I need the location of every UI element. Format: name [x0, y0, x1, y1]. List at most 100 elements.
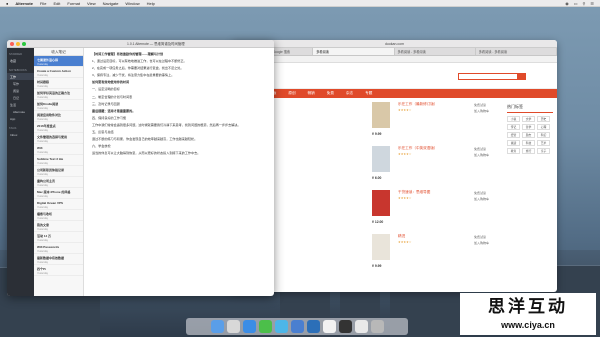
preview-icon[interactable] [322, 320, 336, 333]
list-item[interactable]: 文件管理的选择与使用 Yesterday [34, 133, 83, 144]
nav-magazine[interactable]: 杂志 [346, 89, 353, 98]
launchpad-icon[interactable] [226, 320, 240, 333]
list-item[interactable]: Mac 版本 iPhone 的风格 Yesterday [34, 188, 83, 199]
site-search-input[interactable] [458, 73, 518, 80]
tag-chip[interactable]: 传记 [507, 124, 520, 130]
list-item[interactable]: 如何学好英语的正确方法 Yesterday [34, 89, 83, 100]
list-item[interactable]: Sublime Text 3 Ide Yesterday [34, 155, 83, 166]
note-paragraph[interactable]: 3、保持专注，减少干扰，将注意力集中在最重要的事情上。 [92, 73, 266, 78]
book-cover[interactable] [372, 146, 390, 172]
tag-chip[interactable]: 小说 [507, 116, 520, 122]
tag-chip[interactable]: 旅行 [522, 148, 535, 154]
book-item[interactable]: 乐在工作（中英双语版） ★★★★☆ ¥ 6.00 免费试读 加入购物车 [372, 146, 492, 186]
add-to-cart-link[interactable]: 加入购物车 [474, 108, 489, 114]
note-paragraph[interactable]: 二、制定合理的计划与时间表 [92, 95, 266, 100]
add-to-cart-link[interactable]: 加入购物车 [474, 196, 489, 202]
tag-chip[interactable]: 历史 [537, 116, 550, 122]
sidebar-item[interactable]: 工作 [7, 73, 34, 80]
tag-chip[interactable]: 教育 [507, 148, 520, 154]
list-item[interactable]: 公司新职员体验记录 Yesterday [34, 166, 83, 177]
book-title[interactable]: 干货速读：思维导图 [398, 190, 430, 195]
list-item[interactable]: Create a Custom Action Yesterday [34, 67, 83, 78]
browser-tab-active[interactable]: 多看阅读 [313, 48, 395, 55]
book-item[interactable]: 精进 ★★★★☆ ¥ 9.99 免费试读 加入购物车 [372, 234, 492, 274]
document-icon[interactable] [354, 320, 368, 333]
note-paragraph[interactable]: 六、学会放松 [92, 144, 266, 149]
list-item[interactable]: 阅读应用软件对比 Yesterday [34, 111, 83, 122]
list-item[interactable]: 活动 14 万 Yesterday [34, 232, 83, 243]
list-item[interactable]: 如何Kindle阅读 Yesterday [34, 100, 83, 111]
note-paragraph[interactable]: 1、通过设定目标，可以有效地推进工作，也可以在过程中不断修正。 [92, 59, 266, 64]
tag-chip[interactable]: 哲学 [522, 124, 535, 130]
sidebar-item[interactable]: 日记 [7, 94, 34, 101]
note-paragraph[interactable]: 工作中我们常常会遇到很多问题，这时候就需要我们冷静下来思考，找到问题的根源，然后… [92, 123, 266, 128]
list-item[interactable]: 2016年度盘点 Yesterday [34, 122, 83, 133]
tag-chip[interactable]: 心理 [537, 124, 550, 130]
tag-chip[interactable]: 艺术 [537, 140, 550, 146]
menu-file[interactable]: File [40, 1, 46, 6]
list-item[interactable]: 播客与收听 Yesterday [34, 210, 83, 221]
note-heading[interactable]: 最后提醒：坚持才是最重要的。 [92, 109, 266, 114]
tag-chip[interactable]: 悬疑 [507, 140, 520, 146]
note-paragraph[interactable]: 五、反思与总结 [92, 130, 266, 135]
browser-tab[interactable]: 多看阅读 - 多看阅读 [395, 48, 476, 55]
app-icon[interactable] [306, 320, 320, 333]
messages-icon[interactable] [274, 320, 288, 333]
app-menu[interactable]: Alternote [15, 1, 33, 6]
zoom-icon[interactable] [22, 42, 26, 46]
apple-menu-icon[interactable]: ● [6, 1, 8, 6]
nav-bestseller[interactable]: 畅销 [308, 89, 315, 98]
wifi-icon[interactable]: ◉ [565, 1, 569, 6]
site-search-button[interactable] [518, 73, 526, 80]
list-item[interactable]: 七周读外语心得 Yesterday [34, 56, 83, 67]
note-paragraph[interactable]: 三、及时记录与回顾 [92, 102, 266, 107]
book-title[interactable]: 乐在工作（最新修订版） [398, 102, 438, 107]
battery-icon[interactable]: ▭ [574, 1, 578, 6]
menu-format[interactable]: Format [67, 1, 80, 6]
safari-icon[interactable] [242, 320, 256, 333]
nav-original[interactable]: 原创 [288, 89, 295, 98]
tag-chip[interactable]: 经管 [507, 132, 520, 138]
list-item[interactable]: Wifi Yesterday [34, 144, 83, 155]
note-paragraph[interactable]: 一、设定清晰的目标 [92, 87, 266, 92]
menu-help[interactable]: Help [147, 1, 155, 6]
wechat-icon[interactable] [258, 320, 272, 333]
list-item[interactable]: 四个Pi Yesterday [34, 265, 83, 276]
sidebar-item[interactable]: 写作 [7, 80, 34, 87]
tag-chip[interactable]: 科技 [522, 140, 535, 146]
sidebar-item[interactable]: Alternote [7, 108, 34, 115]
dictionary-icon[interactable] [338, 320, 352, 333]
tag-chip[interactable]: 科幻 [537, 132, 550, 138]
list-item[interactable]: Digital Ocean VPS Yesterday [34, 199, 83, 210]
search-icon[interactable]: ⚲ [582, 1, 585, 6]
book-cover[interactable] [372, 190, 390, 216]
list-item[interactable]: 我的文章 Yesterday [34, 221, 83, 232]
nav-topics[interactable]: 专题 [365, 89, 372, 98]
book-item[interactable]: 干货速读：思维导图 ★★★★☆ ¥ 12.00 免费试读 加入购物车 [372, 190, 492, 230]
note-heading[interactable]: 如何更有效地使用你的时间 [92, 80, 266, 85]
book-item[interactable]: 乐在工作（最新修订版） ★★★★☆ ¥ 9.99 免费试读 加入购物车 [372, 102, 492, 142]
sidebar-item[interactable]: App [7, 115, 34, 122]
book-cover[interactable] [372, 234, 390, 260]
note-paragraph[interactable]: 通过不断的练习与积累，你会发现自己的效率越来越高，工作也越来越轻松。 [92, 137, 266, 142]
list-item[interactable]: 最新数据中有效数据 Yesterday [34, 254, 83, 265]
alternote-icon[interactable] [290, 320, 304, 333]
note-paragraph[interactable]: 适当的休息可以让大脑得到恢复，从而以更好的状态投入到接下来的工作中去。 [92, 151, 266, 156]
sidebar-item[interactable]: 阅读 [7, 87, 34, 94]
add-to-cart-link[interactable]: 加入购物车 [474, 240, 489, 246]
add-to-cart-link[interactable]: 加入购物车 [474, 152, 489, 158]
sidebar-item[interactable]: 生活 [7, 101, 34, 108]
book-title[interactable]: 精进 [398, 234, 405, 239]
list-item[interactable]: Wifi Passwords Yesterday [34, 243, 83, 254]
menu-navigate[interactable]: Navigate [103, 1, 119, 6]
menu-edit[interactable]: Edit [53, 1, 60, 6]
finder-icon[interactable] [210, 320, 224, 333]
browser-tab[interactable]: 多看阅读 - 多看阅读 [476, 48, 557, 55]
menu-view[interactable]: View [87, 1, 96, 6]
note-editor[interactable]: 【时间工作管理】有效激励你的管理——理解与计划 1、通过设定目标，可以有效地推进工… [84, 48, 274, 296]
note-paragraph[interactable]: 2、在完成一项任务之后，你需要对结果进行复盘，找出不足之处。 [92, 66, 266, 71]
notification-icon[interactable]: ☰ [590, 1, 594, 6]
nav-free[interactable]: 免费 [327, 89, 334, 98]
book-cover[interactable] [372, 102, 390, 128]
minimize-icon[interactable] [16, 42, 20, 46]
